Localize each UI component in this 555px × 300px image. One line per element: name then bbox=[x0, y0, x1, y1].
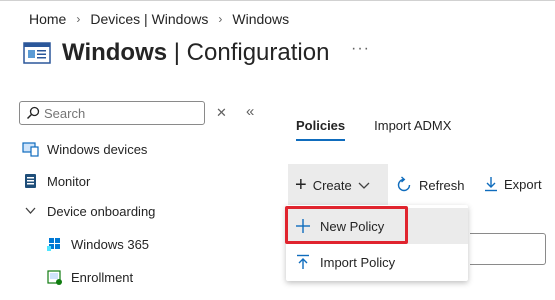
sidebar-item-monitor[interactable]: Monitor bbox=[22, 173, 90, 189]
collapse-pane-icon[interactable]: « bbox=[246, 103, 254, 120]
refresh-button[interactable]: Refresh bbox=[395, 176, 465, 194]
configuration-icon bbox=[23, 42, 51, 64]
sidebar-item-label: Windows devices bbox=[47, 141, 148, 157]
upload-icon bbox=[286, 254, 320, 270]
sidebar-item-enrollment[interactable]: Enrollment bbox=[46, 269, 133, 285]
sidebar-item-windows-365[interactable]: Windows 365 bbox=[46, 236, 149, 252]
search-icon bbox=[26, 106, 40, 120]
download-icon bbox=[485, 177, 497, 192]
chevron-right-icon: › bbox=[218, 12, 223, 26]
tab-policies[interactable]: Policies bbox=[296, 118, 346, 141]
search-box[interactable] bbox=[19, 101, 205, 125]
chevron-down-icon bbox=[358, 182, 370, 189]
export-label: Export bbox=[504, 176, 542, 192]
create-button[interactable]: + Create bbox=[288, 164, 388, 206]
filter-input[interactable] bbox=[470, 233, 546, 265]
plus-icon: + bbox=[295, 174, 307, 196]
create-label: Create bbox=[312, 177, 352, 193]
breadcrumb: Home › Devices | Windows › Windows bbox=[29, 11, 289, 27]
windows365-icon bbox=[47, 238, 60, 251]
export-button[interactable]: Export bbox=[484, 176, 542, 192]
menu-item-label: Import Policy bbox=[320, 254, 396, 270]
page-title: Windows | Configuration bbox=[62, 39, 330, 66]
chevron-right-icon: › bbox=[76, 12, 81, 26]
refresh-label: Refresh bbox=[419, 177, 465, 193]
search-input[interactable] bbox=[44, 105, 194, 121]
tab-bar: Policies Import ADMX bbox=[296, 118, 480, 141]
sidebar-item-label: Enrollment bbox=[71, 269, 134, 285]
enrollment-icon bbox=[47, 270, 62, 285]
breadcrumb-home[interactable]: Home bbox=[29, 11, 66, 27]
chevron-down-icon bbox=[25, 207, 36, 214]
sidebar-item-label: Monitor bbox=[47, 173, 91, 189]
clear-search-icon[interactable]: ✕ bbox=[216, 105, 227, 121]
monitor-icon bbox=[25, 174, 36, 188]
sidebar-item-label: Device onboarding bbox=[47, 203, 156, 219]
page-header: Windows | Configuration bbox=[22, 38, 329, 68]
sidebar-item-label: Windows 365 bbox=[71, 236, 150, 252]
top-divider bbox=[0, 0, 555, 1]
sidebar-item-windows-devices[interactable]: Windows devices bbox=[22, 141, 147, 157]
breadcrumb-devices-windows[interactable]: Devices | Windows bbox=[90, 11, 208, 27]
highlight-box bbox=[285, 206, 408, 244]
menu-item-import-policy[interactable]: Import Policy bbox=[286, 244, 468, 280]
breadcrumb-windows: Windows bbox=[232, 11, 290, 27]
more-options-button[interactable]: ··· bbox=[351, 40, 370, 58]
tab-import-admx[interactable]: Import ADMX bbox=[374, 118, 451, 141]
sidebar-item-device-onboarding[interactable]: Device onboarding bbox=[22, 203, 155, 219]
devices-icon bbox=[22, 142, 39, 157]
refresh-icon bbox=[397, 176, 411, 192]
